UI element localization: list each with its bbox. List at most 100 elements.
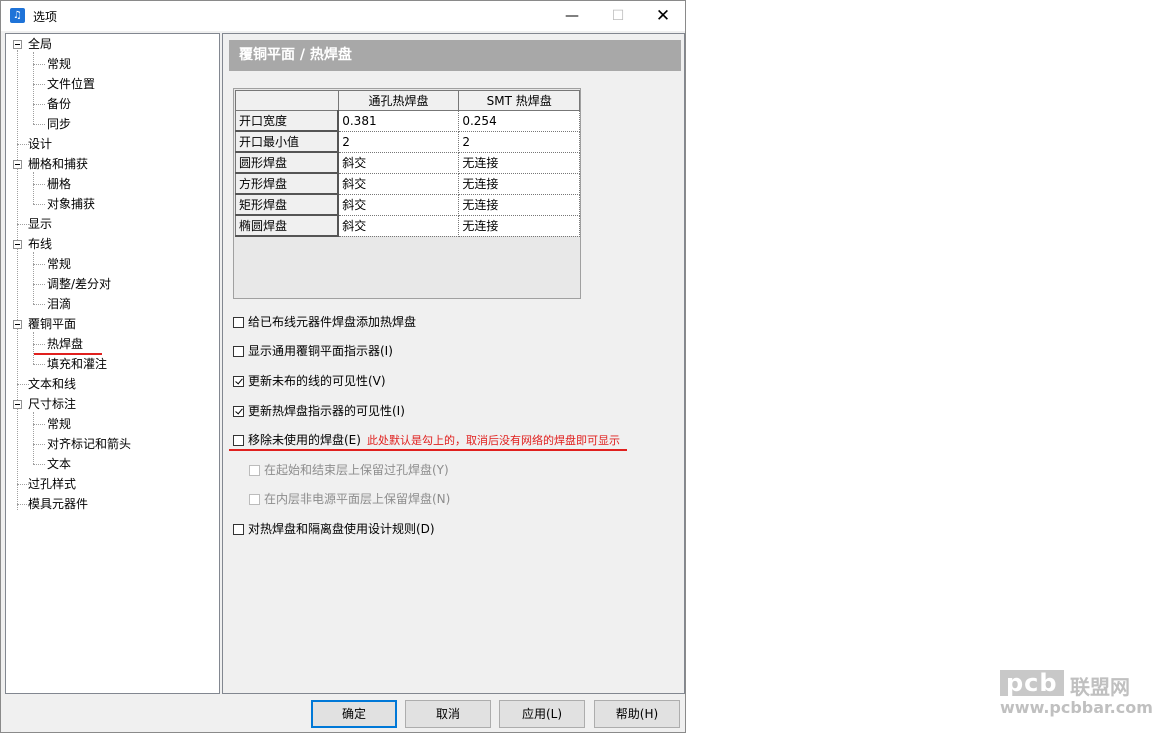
keep-inner-pads-checkbox <box>249 494 260 505</box>
tree-item-via-styles[interactable]: 过孔样式 <box>26 475 78 493</box>
table-cell[interactable]: 0.254 <box>458 110 580 132</box>
tree-item-display[interactable]: 显示 <box>26 215 54 233</box>
annotation-underline <box>229 449 627 451</box>
watermark-name: 联盟网 <box>1070 675 1130 699</box>
tree-item-design[interactable]: 设计 <box>26 135 54 153</box>
update-thermal-indicator-checkbox[interactable] <box>233 406 244 417</box>
tree-item-sync[interactable]: 同步 <box>45 115 73 133</box>
table-cell[interactable]: 斜交 <box>337 214 460 237</box>
tree-item-dim-general[interactable]: 常规 <box>45 415 73 433</box>
ok-button[interactable]: 确定 <box>311 700 397 728</box>
update-unrouted-label: 更新未布的线的可见性(V) <box>248 374 386 388</box>
table-cell[interactable]: 无连接 <box>458 193 580 216</box>
table-row: 开口最小值 2 2 <box>235 130 580 153</box>
option-remove-unused-pads[interactable]: 移除未使用的焊盘(E) 此处默认是勾上的，取消后没有网络的焊盘即可显示 <box>233 431 620 449</box>
close-button[interactable]: ✕ <box>640 1 686 31</box>
table-row: 椭圆焊盘 斜交 无连接 <box>235 214 580 237</box>
column-header-through-hole: 通孔热焊盘 <box>337 90 460 111</box>
use-design-rules-checkbox[interactable] <box>233 524 244 535</box>
apply-button[interactable]: 应用(L) <box>499 700 585 728</box>
show-plane-indicator-checkbox[interactable] <box>233 346 244 357</box>
table-header-row: 通孔热焊盘 SMT 热焊盘 <box>235 90 580 111</box>
tree-item-dim-text[interactable]: 文本 <box>45 455 73 473</box>
remove-unused-pads-checkbox[interactable] <box>233 435 244 446</box>
table-cell[interactable]: 无连接 <box>458 214 580 237</box>
tree-item-grid[interactable]: 栅格 <box>45 175 73 193</box>
tree-item-dimensioning[interactable]: 尺寸标注 <box>26 395 78 413</box>
table-cell[interactable]: 2 <box>458 130 580 153</box>
table-cell[interactable]: 0.381 <box>337 110 460 132</box>
keep-via-pads-label: 在起始和结束层上保留过孔焊盘(Y) <box>264 463 449 477</box>
thermal-table: 通孔热焊盘 SMT 热焊盘 开口宽度 0.381 0.254 开口最小值 2 2… <box>235 90 580 237</box>
tree-item-copper-plane[interactable]: 覆铜平面 <box>26 315 78 333</box>
option-update-unrouted-visibility[interactable]: 更新未布的线的可见性(V) <box>233 372 386 390</box>
show-plane-indicator-label: 显示通用覆铜平面指示器(I) <box>248 344 393 358</box>
table-cell[interactable]: 无连接 <box>458 172 580 195</box>
tree-item-routing[interactable]: 布线 <box>26 235 54 253</box>
table-corner <box>235 90 339 111</box>
tree-item-routing-general[interactable]: 常规 <box>45 255 73 273</box>
table-cell[interactable]: 斜交 <box>337 193 460 216</box>
minimize-button[interactable]: — <box>549 1 595 31</box>
keep-inner-pads-label: 在内层非电源平面层上保留焊盘(N) <box>264 492 451 506</box>
row-header: 椭圆焊盘 <box>235 214 340 237</box>
option-add-thermals-routed[interactable]: 给已布线元器件焊盘添加热焊盘 <box>233 313 416 331</box>
row-header: 方形焊盘 <box>235 172 340 195</box>
row-header: 开口最小值 <box>235 130 340 153</box>
update-thermal-indicator-label: 更新热焊盘指示器的可见性(I) <box>248 404 405 418</box>
tree-item-global[interactable]: 全局 <box>26 35 54 53</box>
row-header: 开口宽度 <box>235 110 340 132</box>
tree-item-teardrops[interactable]: 泪滴 <box>45 295 73 313</box>
option-keep-inner-pads: 在内层非电源平面层上保留焊盘(N) <box>249 490 450 508</box>
option-show-plane-indicator[interactable]: 显示通用覆铜平面指示器(I) <box>233 342 393 360</box>
tree-item-general[interactable]: 常规 <box>45 55 73 73</box>
tree-item-backup[interactable]: 备份 <box>45 95 73 113</box>
tree-item-thermal-pad[interactable]: 热焊盘 <box>45 335 86 353</box>
table-row: 矩形焊盘 斜交 无连接 <box>235 193 580 216</box>
watermark-logo: pcb <box>1000 670 1064 696</box>
music-note-icon: ♫ <box>10 8 25 23</box>
update-unrouted-checkbox[interactable] <box>233 376 244 387</box>
tree-item-align-marks-arrows[interactable]: 对齐标记和箭头 <box>45 435 133 453</box>
table-row: 圆形焊盘 斜交 无连接 <box>235 151 580 174</box>
table-cell[interactable]: 斜交 <box>337 151 460 174</box>
window-title: 选项 <box>33 10 58 24</box>
collapse-icon[interactable] <box>13 40 22 49</box>
watermark-url: www.pcbbar.com <box>1000 698 1152 717</box>
tree-item-object-snap[interactable]: 对象捕获 <box>45 195 97 213</box>
table-cell[interactable]: 斜交 <box>337 172 460 195</box>
option-use-design-rules[interactable]: 对热焊盘和隔离盘使用设计规则(D) <box>233 520 435 538</box>
collapse-icon[interactable] <box>13 240 22 249</box>
collapse-icon[interactable] <box>13 400 22 409</box>
add-thermals-checkbox[interactable] <box>233 317 244 328</box>
table-cell[interactable]: 无连接 <box>458 151 580 174</box>
use-design-rules-label: 对热焊盘和隔离盘使用设计规则(D) <box>248 522 435 536</box>
tree-item-fill-pour[interactable]: 填充和灌注 <box>45 355 109 373</box>
keep-via-pads-checkbox <box>249 465 260 476</box>
row-header: 圆形焊盘 <box>235 151 340 174</box>
table-row: 方形焊盘 斜交 无连接 <box>235 172 580 195</box>
option-keep-via-pads: 在起始和结束层上保留过孔焊盘(Y) <box>249 461 449 479</box>
tree-item-file-locations[interactable]: 文件位置 <box>45 75 97 93</box>
add-thermals-label: 给已布线元器件焊盘添加热焊盘 <box>248 315 417 329</box>
option-update-thermal-indicator[interactable]: 更新热焊盘指示器的可见性(I) <box>233 402 405 420</box>
row-header: 矩形焊盘 <box>235 193 340 216</box>
remove-unused-pads-label: 移除未使用的焊盘(E) <box>248 433 361 447</box>
maximize-button[interactable]: ☐ <box>595 1 641 31</box>
options-dialog: ♫ 选项 — ☐ ✕ 全局 常规 文件位置 备份 同步 设计 栅格和捕获 栅格 … <box>0 0 686 733</box>
collapse-icon[interactable] <box>13 320 22 329</box>
settings-panel: 覆铜平面 / 热焊盘 通孔热焊盘 SMT 热焊盘 开口宽度 0.381 0.25… <box>222 33 685 694</box>
table-row: 开口宽度 0.381 0.254 <box>235 110 580 132</box>
title-bar[interactable]: ♫ 选项 — ☐ ✕ <box>1 1 685 31</box>
collapse-icon[interactable] <box>13 160 22 169</box>
tree-item-die-components[interactable]: 模具元器件 <box>26 495 90 513</box>
help-button[interactable]: 帮助(H) <box>594 700 680 728</box>
cancel-button[interactable]: 取消 <box>405 700 491 728</box>
thermal-settings-grid[interactable]: 通孔热焊盘 SMT 热焊盘 开口宽度 0.381 0.254 开口最小值 2 2… <box>233 88 581 299</box>
tree-item-grid-snap[interactable]: 栅格和捕获 <box>26 155 90 173</box>
tree-item-tuning-diff-pair[interactable]: 调整/差分对 <box>45 275 113 293</box>
panel-header: 覆铜平面 / 热焊盘 <box>229 40 681 71</box>
table-cell[interactable]: 2 <box>337 130 460 153</box>
category-tree[interactable]: 全局 常规 文件位置 备份 同步 设计 栅格和捕获 栅格 对象捕获 显示 布线 … <box>5 33 220 694</box>
tree-item-text-lines[interactable]: 文本和线 <box>26 375 78 393</box>
